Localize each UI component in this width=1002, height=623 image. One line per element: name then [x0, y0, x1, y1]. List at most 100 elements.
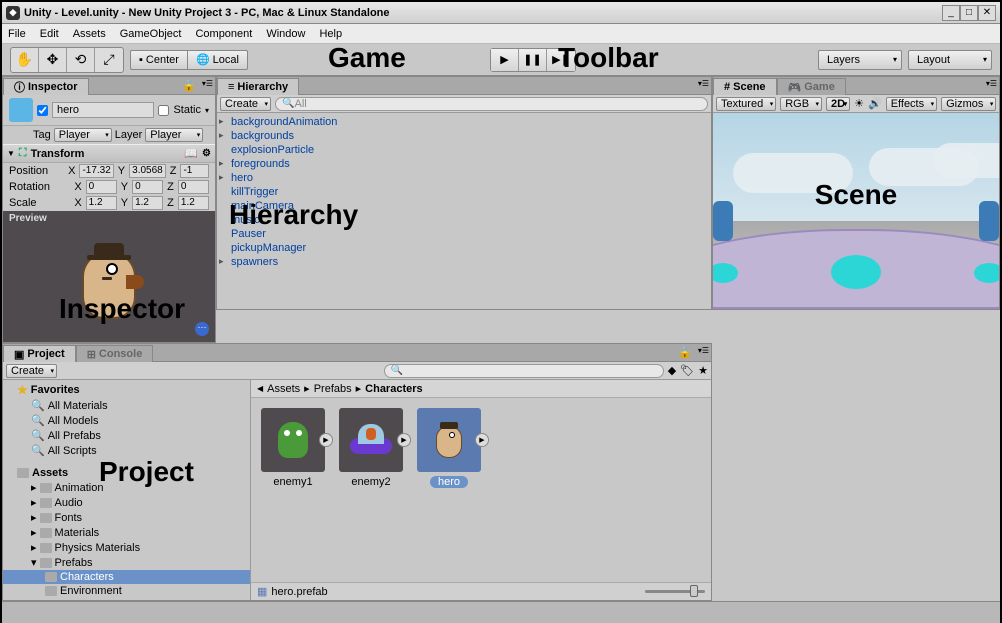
inspector-panel-menu-icon[interactable]: ▾☰ — [200, 77, 215, 94]
breadcrumb-prefabs[interactable]: Prefabs — [314, 383, 352, 395]
step-button[interactable]: ▶❚ — [547, 49, 575, 71]
asset-hero[interactable]: ▶hero — [417, 408, 481, 488]
tree-folder-Materials[interactable]: ▸ Materials — [3, 525, 250, 540]
gameobject-icon[interactable] — [9, 98, 33, 122]
maximize-button[interactable]: □ — [960, 5, 978, 21]
menu-file[interactable]: File — [8, 28, 26, 40]
rotate-tool-button[interactable]: ⟲ — [67, 48, 95, 72]
rotation-z-input[interactable]: 0 — [178, 180, 209, 194]
scene-gizmos-dropdown[interactable]: Gizmos — [941, 97, 996, 111]
close-button[interactable]: ✕ — [978, 5, 996, 21]
project-panel-menu-icon[interactable]: ▾☰ — [696, 344, 711, 361]
hierarchy-item-killTrigger[interactable]: killTrigger — [217, 185, 711, 199]
scene-shading-dropdown[interactable]: Textured — [716, 97, 776, 111]
tree-fav-AllPrefabs[interactable]: 🔍 All Prefabs — [3, 428, 250, 443]
menu-help[interactable]: Help — [319, 28, 342, 40]
hierarchy-item-pickupManager[interactable]: pickupManager — [217, 241, 711, 255]
gameobject-active-checkbox[interactable] — [37, 105, 48, 116]
scene-tab[interactable]: # Scene — [713, 78, 777, 95]
asset-enemy2[interactable]: ▶enemy2 — [339, 408, 403, 488]
rotation-x-input[interactable]: 0 — [86, 180, 117, 194]
hierarchy-list[interactable]: backgroundAnimationbackgroundsexplosionP… — [217, 113, 711, 309]
play-badge-icon[interactable]: ▶ — [319, 433, 333, 447]
breadcrumb-characters[interactable]: Characters — [365, 383, 422, 395]
gear-icon[interactable]: ⚙ — [202, 148, 211, 159]
tree-favorites[interactable]: ★ Favorites — [3, 382, 250, 398]
tag-dropdown[interactable]: Player — [54, 128, 112, 142]
static-checkbox[interactable] — [158, 105, 169, 116]
hierarchy-item-explosionParticle[interactable]: explosionParticle — [217, 143, 711, 157]
menu-assets[interactable]: Assets — [73, 28, 106, 40]
search-label-icon[interactable]: 🏷 — [680, 364, 694, 377]
tree-fav-AllMaterials[interactable]: 🔍 All Materials — [3, 398, 250, 413]
tree-fav-AllScripts[interactable]: 🔍 All Scripts — [3, 443, 250, 458]
tree-assets[interactable]: Assets — [3, 466, 250, 480]
scene-render-dropdown[interactable]: RGB — [780, 97, 822, 111]
project-search-input[interactable]: 🔍 — [384, 364, 664, 378]
panel-menu-icon[interactable]: ▾☰ — [696, 77, 711, 94]
asset-enemy1[interactable]: ▶enemy1 — [261, 408, 325, 488]
hierarchy-item-Pauser[interactable]: Pauser — [217, 227, 711, 241]
play-badge-icon[interactable]: ▶ — [475, 433, 489, 447]
position-y-input[interactable]: 3.0568 — [129, 164, 166, 178]
scale-x-input[interactable]: 1.2 — [86, 196, 117, 210]
game-tab[interactable]: 🎮 Game — [777, 78, 846, 95]
menu-window[interactable]: Window — [266, 28, 305, 40]
scene-2d-toggle[interactable]: 2D — [826, 97, 850, 111]
scene-effects-dropdown[interactable]: Effects — [886, 97, 937, 111]
play-badge-icon[interactable]: ▶ — [397, 433, 411, 447]
hierarchy-tab[interactable]: ≡ Hierarchy — [217, 78, 299, 95]
hierarchy-item-foregrounds[interactable]: foregrounds — [217, 157, 711, 171]
project-lock-icon[interactable]: 🔒 — [674, 344, 696, 361]
menu-edit[interactable]: Edit — [40, 28, 59, 40]
hierarchy-search-input[interactable]: 🔍All — [275, 97, 708, 111]
scene-light-icon[interactable]: ☀ — [854, 97, 864, 110]
tree-folder-Characters[interactable]: Characters — [3, 570, 250, 584]
hierarchy-item-music[interactable]: music — [217, 213, 711, 227]
preview-header[interactable]: Preview — [3, 211, 215, 226]
console-tab[interactable]: ⊞ Console — [76, 345, 154, 362]
pivot-local-button[interactable]: 🌐 Local — [188, 50, 248, 70]
asset-grid[interactable]: ▶enemy1▶enemy2▶hero — [251, 398, 711, 582]
play-button[interactable]: ▶ — [491, 49, 519, 71]
tree-folder-Audio[interactable]: ▸ Audio — [3, 495, 250, 510]
project-tree[interactable]: ★ Favorites🔍 All Materials🔍 All Models🔍 … — [3, 380, 251, 600]
project-create-dropdown[interactable]: Create — [6, 364, 57, 378]
search-star-icon[interactable]: ★ — [698, 364, 708, 377]
hierarchy-item-mainCamera[interactable]: mainCamera — [217, 199, 711, 213]
minimize-button[interactable]: _ — [942, 5, 960, 21]
breadcrumb-assets[interactable]: Assets — [267, 383, 300, 395]
hierarchy-item-backgroundAnimation[interactable]: backgroundAnimation — [217, 115, 711, 129]
pivot-center-button[interactable]: ▪ Center — [130, 50, 188, 70]
position-z-input[interactable]: -1 — [180, 164, 209, 178]
scale-z-input[interactable]: 1.2 — [178, 196, 209, 210]
tree-folder-Fonts[interactable]: ▸ Fonts — [3, 510, 250, 525]
help-icon[interactable]: 📖 — [184, 147, 198, 160]
inspector-lock-icon[interactable]: 🔒 — [178, 77, 200, 94]
hierarchy-create-dropdown[interactable]: Create — [220, 97, 271, 111]
scale-y-input[interactable]: 1.2 — [132, 196, 163, 210]
gameobject-name-input[interactable]: hero — [52, 102, 154, 118]
tree-folder-Animation[interactable]: ▸ Animation — [3, 480, 250, 495]
position-x-input[interactable]: -17.32 — [79, 164, 113, 178]
thumbnail-size-slider[interactable] — [645, 590, 705, 593]
scene-panel-menu-icon[interactable]: ▾☰ — [984, 77, 999, 94]
transform-component-header[interactable]: ⛶Transform 📖⚙ — [3, 145, 215, 163]
project-tab[interactable]: ▣ Project — [3, 345, 76, 362]
layers-dropdown[interactable]: Layers — [818, 50, 902, 70]
move-tool-button[interactable]: ✥ — [39, 48, 67, 72]
hierarchy-item-spawners[interactable]: spawners — [217, 255, 711, 269]
pause-button[interactable]: ❚❚ — [519, 49, 547, 71]
rotation-y-input[interactable]: 0 — [132, 180, 163, 194]
layout-dropdown[interactable]: Layout — [908, 50, 992, 70]
tree-folder-Environment[interactable]: Environment — [3, 584, 250, 598]
menu-component[interactable]: Component — [195, 28, 252, 40]
layer-dropdown[interactable]: Player — [145, 128, 203, 142]
hand-tool-button[interactable]: ✋ — [11, 48, 39, 72]
preview-viewport[interactable]: ⋯ — [3, 226, 215, 342]
scene-viewport[interactable]: Scene — [713, 113, 999, 309]
inspector-tab[interactable]: ⓘ Inspector — [3, 78, 89, 95]
tree-folder-PhysicsMaterials[interactable]: ▸ Physics Materials — [3, 540, 250, 555]
scene-audio-icon[interactable]: 🔊 — [868, 97, 882, 110]
hierarchy-item-hero[interactable]: hero — [217, 171, 711, 185]
